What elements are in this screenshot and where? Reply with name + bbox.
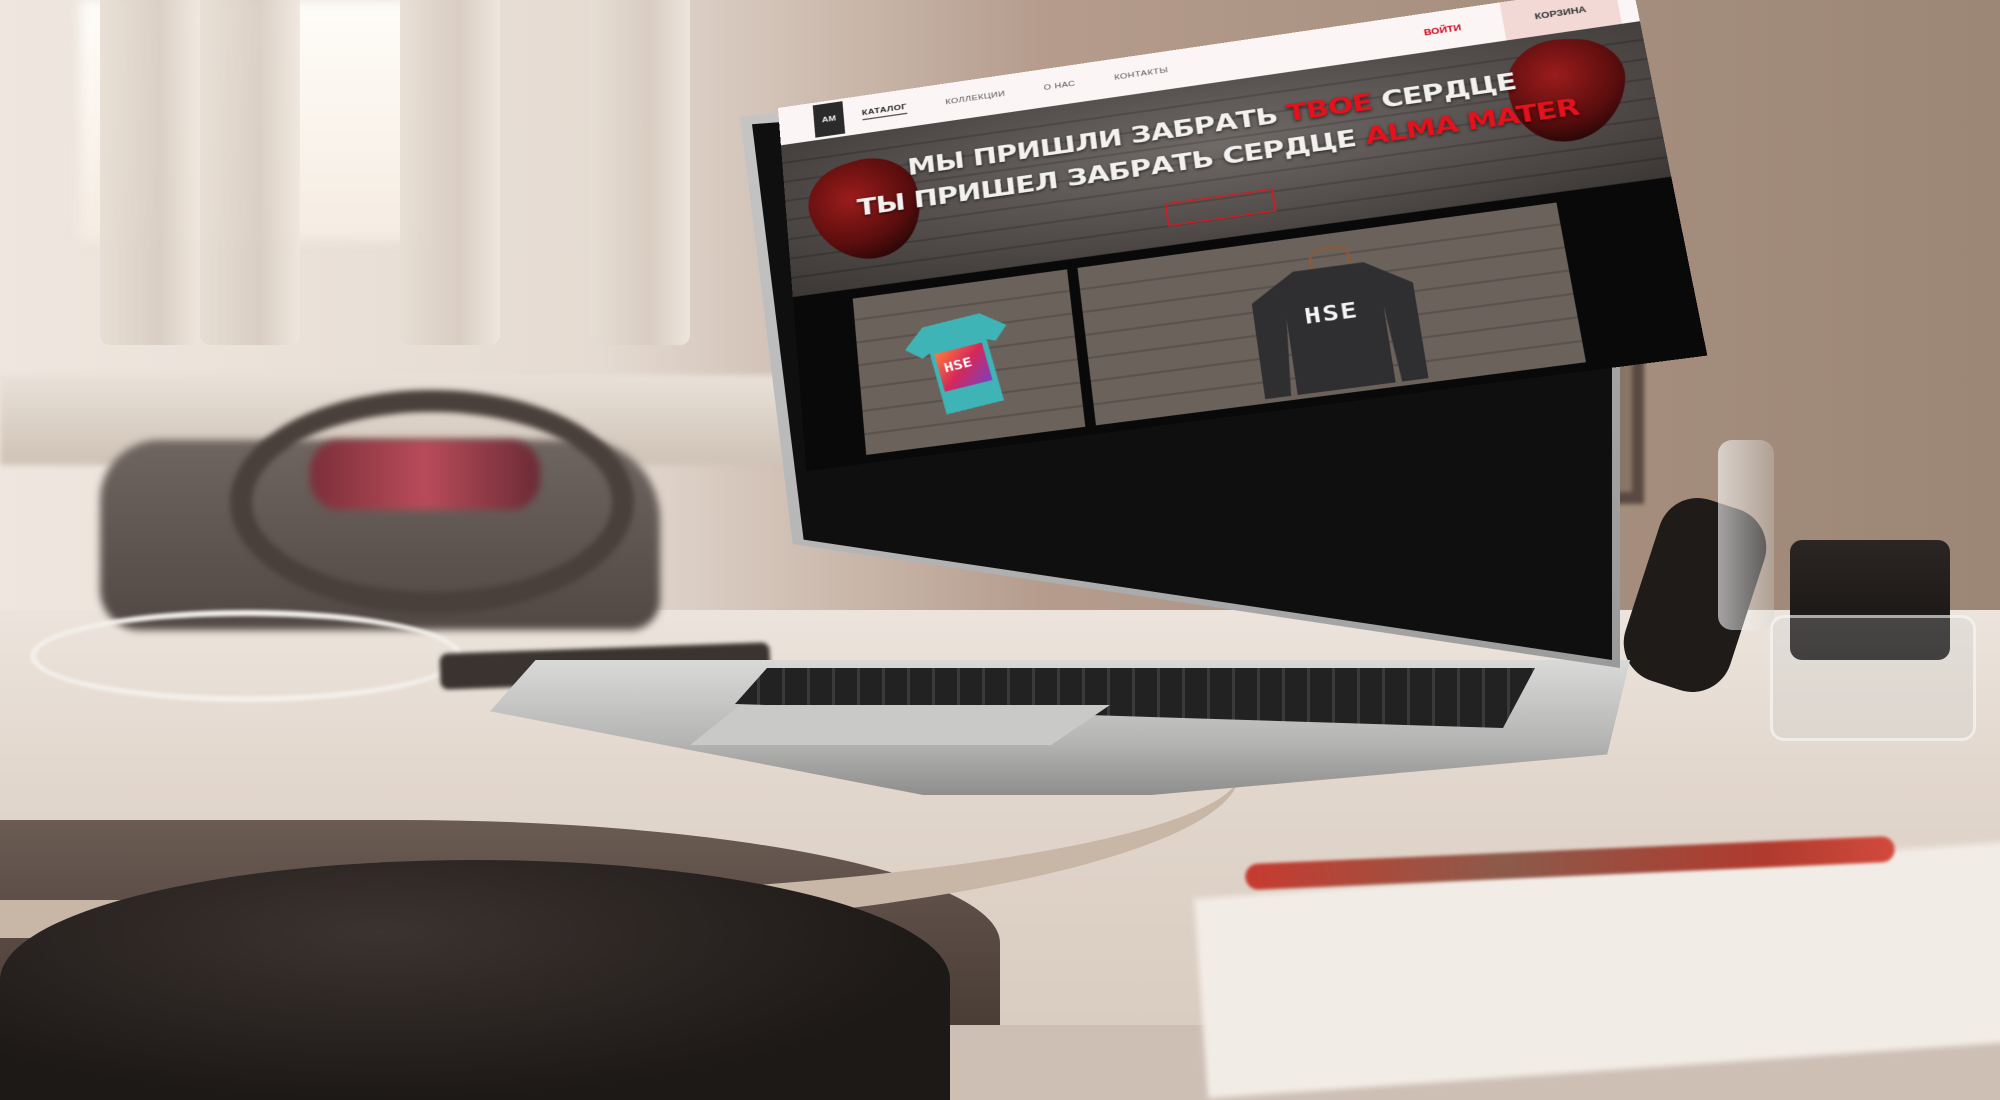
cable [30,610,462,702]
window-blind [100,0,200,345]
site-logo[interactable]: AM [812,101,846,138]
goggles [310,440,540,510]
login-link[interactable]: ВОЙТИ [1421,9,1465,52]
nav-contacts[interactable]: Контакты [1114,66,1169,82]
product-card-tshirt[interactable]: HSE [852,269,1086,455]
nav-about[interactable]: О нас [1043,80,1075,92]
action-camera-case [1770,615,1976,741]
nav-catalog[interactable]: Каталог [861,102,908,121]
nav-collections[interactable]: Коллекции [945,90,1006,106]
chair [0,860,950,1100]
window-blind [590,0,690,345]
window-blind [400,0,500,345]
camera-mount-clear-part [1718,440,1774,630]
laptop-trackpad [690,705,1110,745]
window-blind [200,0,300,345]
